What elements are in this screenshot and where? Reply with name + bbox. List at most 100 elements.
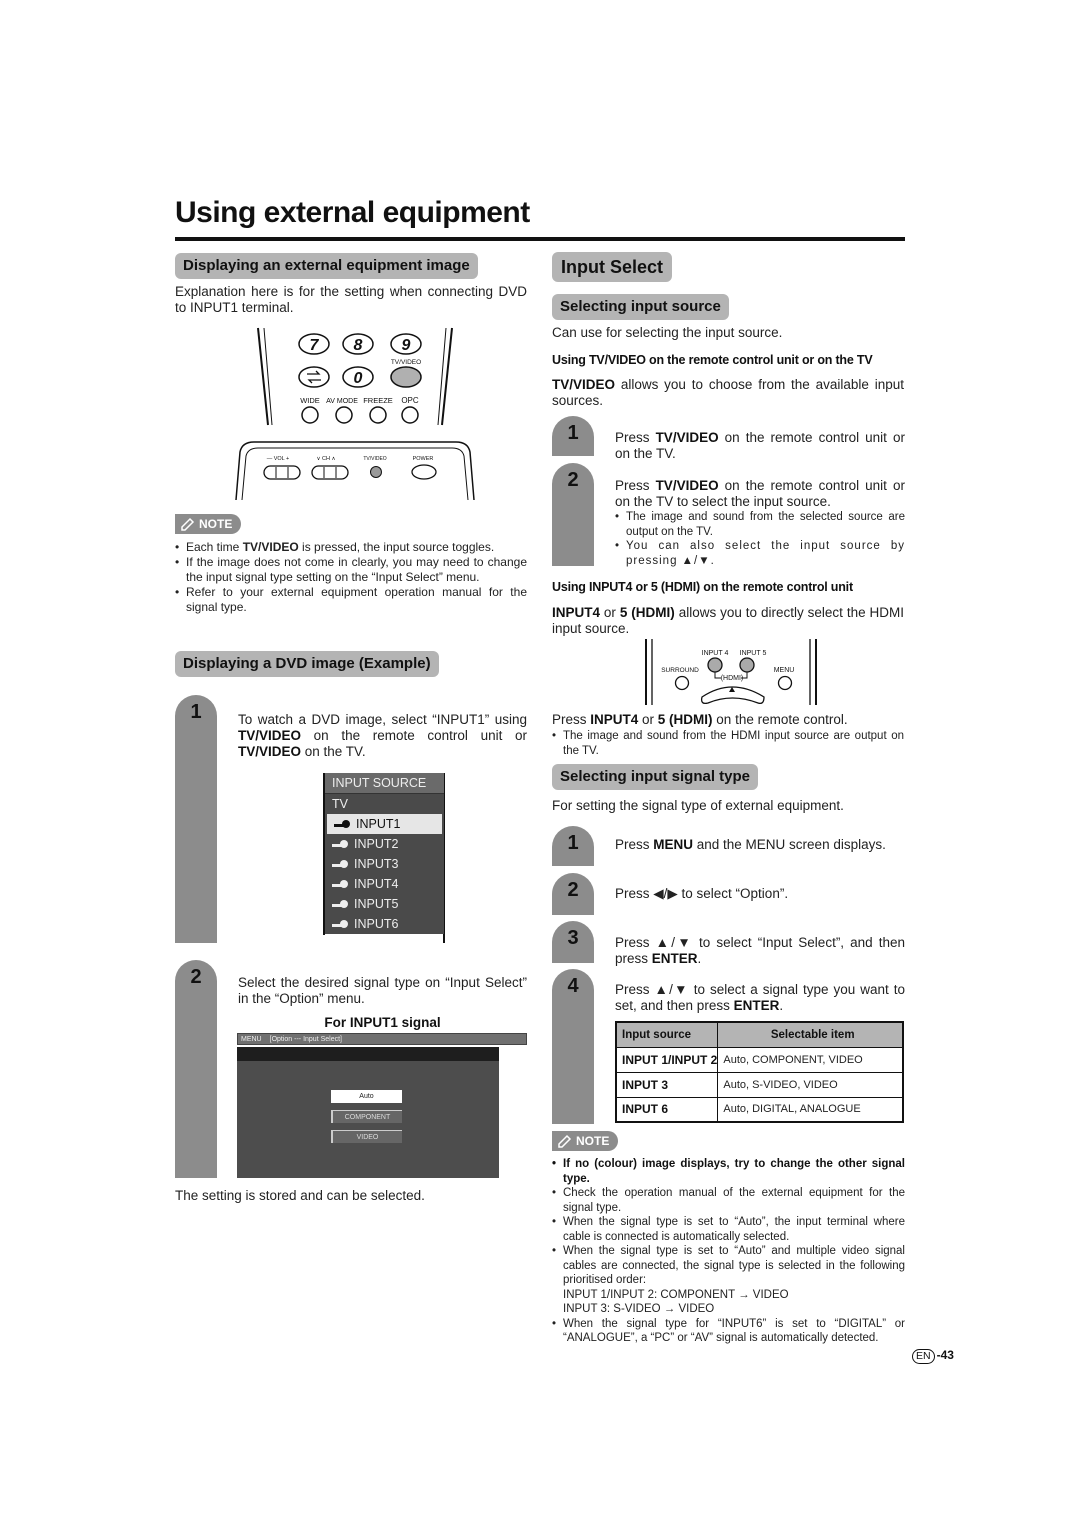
note-item: Check the operation manual of the extern… bbox=[552, 1186, 905, 1215]
vol-rocker bbox=[263, 465, 301, 480]
table-row: INPUT 3 Auto, S-VIDEO, VIDEO bbox=[615, 1071, 904, 1098]
input4-button bbox=[707, 657, 723, 673]
key-7-label: 7 bbox=[310, 337, 320, 354]
note-badge: NOTE bbox=[175, 514, 241, 534]
input-option-tv[interactable]: TV bbox=[325, 794, 444, 814]
signal-type-intro: For setting the signal type of external … bbox=[552, 798, 844, 813]
section-heading-dvd-example: Displaying a DVD image (Example) bbox=[175, 651, 439, 677]
subheading-tv-video: Using TV/VIDEO on the remote control uni… bbox=[552, 353, 873, 367]
plug-icon bbox=[332, 895, 350, 915]
left-note-list: Each time TV/VIDEO is pressed, the input… bbox=[175, 540, 527, 615]
source-step2-bullets: The image and sound from the selected so… bbox=[615, 510, 905, 568]
step-bar-2: 2 bbox=[552, 463, 594, 566]
av-mode-button bbox=[335, 406, 353, 424]
step-bar-2: 2 bbox=[552, 873, 594, 915]
osd-option-component[interactable]: COMPONENT bbox=[331, 1110, 402, 1123]
pencil-note-icon bbox=[181, 517, 195, 531]
tv-video-panel-label: TV/VIDEO bbox=[363, 456, 386, 462]
step-bar-1: 1 bbox=[175, 695, 217, 943]
input-option-input2[interactable]: INPUT2 bbox=[325, 834, 444, 854]
remote-control-illustration: 7 8 9 0 TV/VIDEO WIDE AV MODE FREEZE OPC… bbox=[235, 327, 475, 501]
wide-button bbox=[301, 406, 319, 424]
step-bar-2: 2 bbox=[175, 960, 217, 1178]
osd-menu-label: MENU bbox=[241, 1036, 262, 1043]
ch-rocker bbox=[311, 465, 349, 480]
osd-option-auto[interactable]: Auto bbox=[331, 1090, 402, 1103]
note-item: If no (colour) image displays, try to ch… bbox=[552, 1157, 905, 1186]
osd-title-strip bbox=[237, 1047, 499, 1061]
input-option-input5[interactable]: INPUT5 bbox=[325, 894, 444, 914]
hdmi-label: (HDMI) bbox=[721, 675, 744, 682]
input-source-intro: Can use for selecting the input source. bbox=[552, 325, 783, 340]
tv-video-key-label: TV/VIDEO bbox=[391, 359, 421, 366]
plug-icon bbox=[332, 835, 350, 855]
osd-option-video[interactable]: VIDEO bbox=[331, 1130, 402, 1143]
note-item: Refer to your external equipment operati… bbox=[175, 585, 527, 615]
step1-text: To watch a DVD image, select “INPUT1” us… bbox=[238, 712, 527, 759]
step-number: 1 bbox=[567, 422, 579, 444]
table-cell: Auto, COMPONENT, VIDEO bbox=[717, 1046, 904, 1073]
page-number-value: -43 bbox=[936, 1348, 954, 1362]
tv-video-key bbox=[390, 366, 422, 388]
note-label: NOTE bbox=[199, 517, 233, 531]
page-title: Using external equipment bbox=[175, 196, 530, 229]
function-keys: WIDE AV MODE FREEZE OPC bbox=[300, 396, 419, 424]
press-hdmi-text: Press INPUT4 or 5 (HDMI) on the remote c… bbox=[552, 712, 848, 727]
key-8-label: 8 bbox=[354, 337, 363, 354]
step-number: 2 bbox=[190, 966, 202, 988]
table-header: Input source bbox=[615, 1021, 719, 1048]
step-bar-1: 1 bbox=[552, 416, 594, 456]
table-cell: Auto, DIGITAL, ANALOGUE bbox=[717, 1096, 904, 1123]
tv-video-panel-button bbox=[370, 466, 382, 478]
osd-menu-bar: MENU [Option --- Input Select] bbox=[237, 1033, 527, 1045]
input-source-header: INPUT SOURCE bbox=[325, 773, 444, 794]
menu-button bbox=[777, 675, 793, 691]
source-step1-text: Press TV/VIDEO on the remote control uni… bbox=[615, 430, 905, 461]
signal-step4-text: Press ▲/▼ to select a signal type you wa… bbox=[615, 982, 905, 1013]
opc-label: OPC bbox=[401, 396, 419, 405]
pencil-note-icon bbox=[558, 1134, 572, 1148]
input5-button bbox=[739, 657, 755, 673]
plug-icon bbox=[332, 875, 350, 895]
flashback-key bbox=[298, 366, 330, 388]
input-option-input4[interactable]: INPUT4 bbox=[325, 874, 444, 894]
section-heading-signal-type: Selecting input signal type bbox=[552, 764, 759, 790]
power-label: POWER bbox=[413, 456, 434, 462]
input-option-input6[interactable]: INPUT6 bbox=[325, 914, 444, 934]
freeze-button bbox=[369, 406, 387, 424]
step-number: 2 bbox=[567, 469, 579, 491]
priority-line: INPUT 3: S-VIDEO → VIDEO bbox=[563, 1303, 715, 1315]
step-number: 1 bbox=[567, 832, 579, 854]
ch-label: ∨ CH ∧ bbox=[316, 456, 335, 462]
table-cell: Auto, S-VIDEO, VIDEO bbox=[717, 1071, 904, 1098]
key-0-label: 0 bbox=[354, 370, 363, 387]
input4-label: INPUT 4 bbox=[702, 650, 729, 657]
page-number: EN -43 bbox=[912, 1348, 954, 1364]
table-cell: INPUT 6 bbox=[615, 1096, 719, 1123]
power-button bbox=[411, 464, 437, 480]
osd-breadcrumb: [Option --- Input Select] bbox=[269, 1036, 342, 1043]
note-item: When the signal type is set to “Auto”, t… bbox=[552, 1215, 905, 1244]
plug-icon bbox=[334, 815, 352, 835]
setting-stored-text: The setting is stored and can be selecte… bbox=[175, 1188, 425, 1203]
note-item: When the signal type for “INPUT6” is set… bbox=[552, 1317, 905, 1346]
step-number: 4 bbox=[567, 975, 579, 997]
plug-icon bbox=[332, 855, 350, 875]
signal-step1-text: Press MENU and the MENU screen displays. bbox=[615, 837, 886, 852]
hdmi-description: INPUT4 or 5 (HDMI) allows you to directl… bbox=[552, 605, 905, 636]
table-row: INPUT 6 Auto, DIGITAL, ANALOGUE bbox=[615, 1096, 904, 1123]
input-option-input1[interactable]: INPUT1 bbox=[327, 814, 442, 834]
number-keys: 7 8 9 0 TV/VIDEO bbox=[298, 333, 422, 388]
table-header: Selectable item bbox=[717, 1021, 904, 1048]
freeze-label: FREEZE bbox=[363, 396, 393, 405]
signal-step2-text: Press ◀/▶ to select “Option”. bbox=[615, 886, 789, 901]
input-source-menu: INPUT SOURCE TV INPUT1 INPUT2 INPUT3 INP… bbox=[325, 773, 444, 934]
note-badge: NOTE bbox=[552, 1131, 618, 1151]
step2-text: Select the desired signal type on “Input… bbox=[238, 975, 527, 1006]
wide-label: WIDE bbox=[300, 396, 320, 405]
input-option-input3[interactable]: INPUT3 bbox=[325, 854, 444, 874]
hdmi-bullets: The image and sound from the HDMI input … bbox=[552, 729, 904, 758]
language-badge: EN bbox=[912, 1349, 935, 1364]
bullet-item: The image and sound from the selected so… bbox=[615, 510, 905, 539]
section-heading-input-source: Selecting input source bbox=[552, 294, 729, 320]
